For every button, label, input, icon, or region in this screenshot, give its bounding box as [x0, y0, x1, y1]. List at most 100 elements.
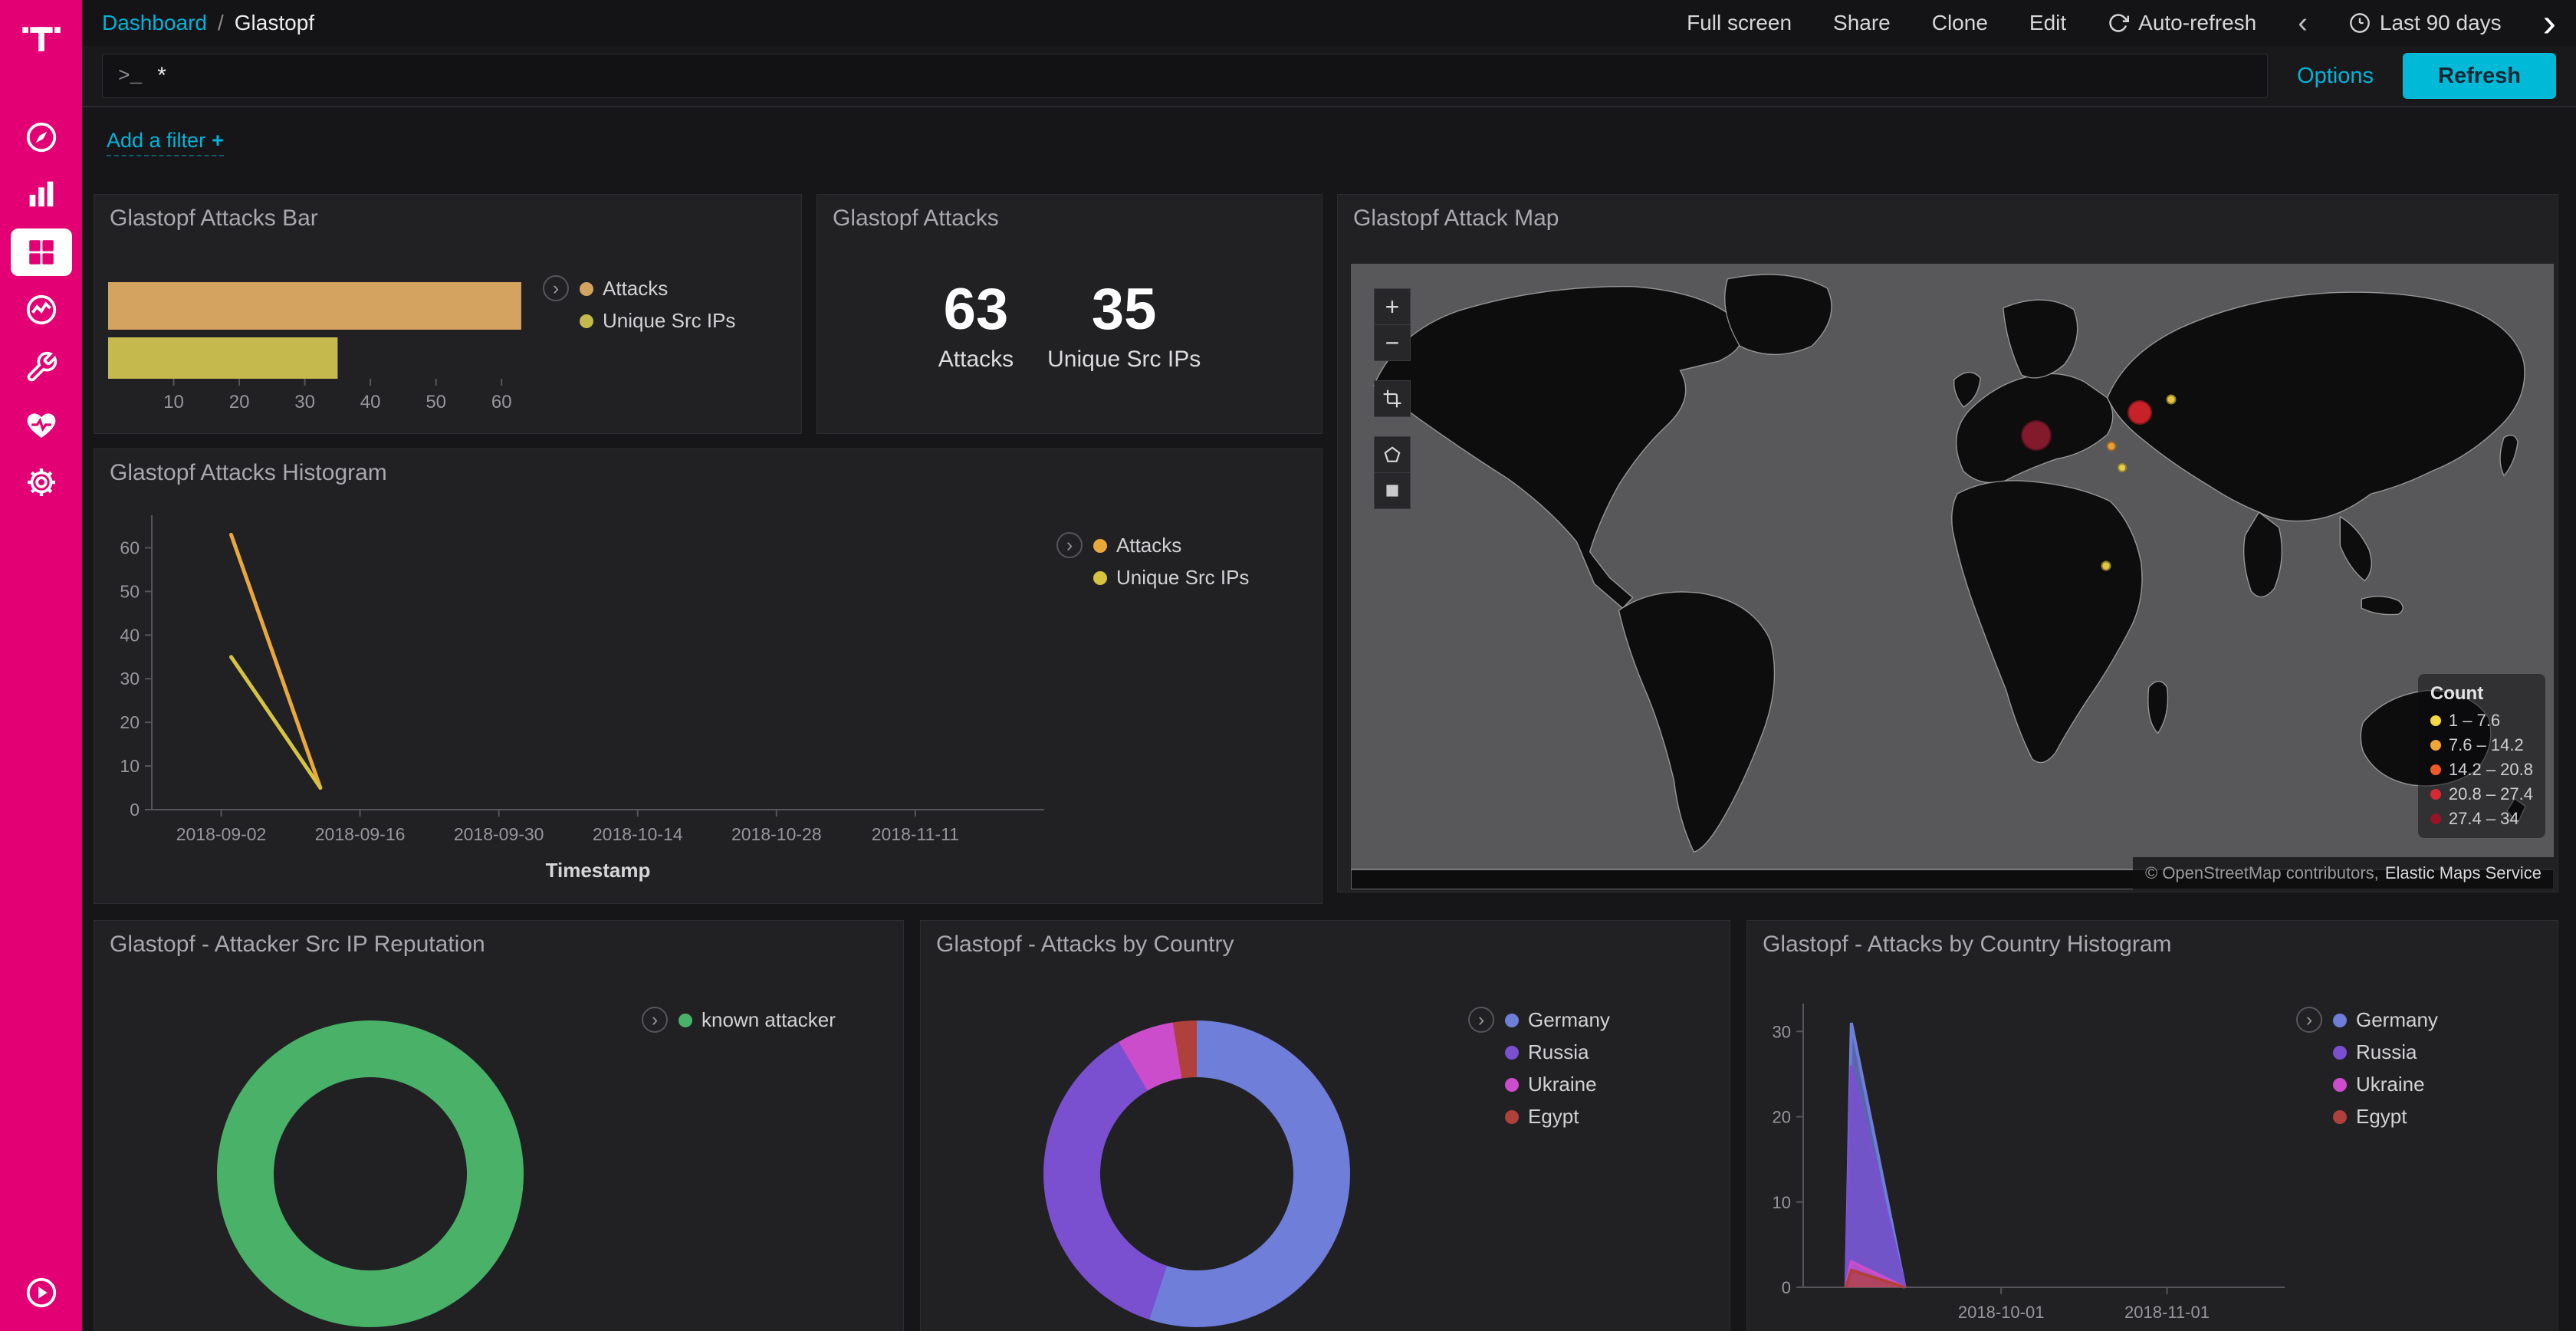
refresh-button[interactable]: Refresh: [2403, 53, 2556, 99]
legend-label: known attacker: [702, 1008, 836, 1032]
svg-text:2018-11-11: 2018-11-11: [872, 824, 959, 844]
panel-attacks-by-country: Glastopf - Attacks by Country › GermanyR…: [920, 920, 1730, 1331]
legend-item[interactable]: Unique Src IPs: [580, 309, 735, 333]
svg-text:2018-09-02: 2018-09-02: [176, 824, 267, 844]
legend-item[interactable]: Ukraine: [2333, 1073, 2438, 1096]
dashboard-grid-icon: [25, 236, 58, 268]
sidebar-item-visualize[interactable]: [0, 166, 82, 223]
legend-dot: [1093, 571, 1107, 585]
full-screen-button[interactable]: Full screen: [1687, 11, 1792, 35]
attribution-ems[interactable]: Elastic Maps Service: [2385, 863, 2542, 882]
heartbeat-icon: [25, 408, 58, 442]
add-filter-link[interactable]: Add a filter+: [107, 129, 224, 156]
time-forward-chevron[interactable]: ›: [2543, 3, 2556, 43]
legend-label: Unique Src IPs: [1116, 566, 1249, 590]
breadcrumb-dashboard-link[interactable]: Dashboard: [102, 11, 207, 35]
share-button[interactable]: Share: [1833, 11, 1891, 35]
legend-item[interactable]: Egypt: [1505, 1105, 1610, 1129]
svg-text:2018-10-28: 2018-10-28: [731, 824, 822, 844]
map-legend-row: 1 – 7.6: [2430, 711, 2533, 731]
polygon-tool-button[interactable]: [1374, 436, 1411, 473]
legend-item[interactable]: Germany: [1505, 1008, 1610, 1032]
svg-text:10: 10: [163, 392, 184, 412]
legend-range-label: 14.2 – 20.8: [2449, 760, 2533, 780]
map-toolbar: + −: [1374, 288, 1411, 509]
legend-item[interactable]: Ukraine: [1505, 1073, 1610, 1096]
sidebar-item-dashboard[interactable]: [0, 223, 82, 281]
svg-text:Timestamp: Timestamp: [546, 859, 651, 882]
auto-refresh-button[interactable]: Auto-refresh: [2108, 11, 2256, 35]
sidebar-item-management[interactable]: [0, 453, 82, 511]
attack-location-marker[interactable]: [2167, 395, 2177, 405]
t-mobile-logo-icon[interactable]: [21, 18, 62, 64]
legend-item[interactable]: Germany: [2333, 1008, 2438, 1032]
zoom-controls: + −: [1374, 288, 1411, 361]
topbar-actions: Full screen Share Clone Edit Auto-refres…: [1687, 3, 2556, 43]
time-range-picker[interactable]: Last 90 days: [2349, 11, 2502, 35]
fit-bounds-button[interactable]: [1374, 380, 1411, 417]
attack-location-marker[interactable]: [2106, 442, 2116, 452]
crop-icon: [1382, 389, 1402, 409]
attack-location-marker[interactable]: [2021, 420, 2052, 451]
legend-items: Attacks Unique Src IPs: [1093, 532, 1249, 590]
metric-value: 63: [938, 281, 1014, 339]
legend-toggle-icon[interactable]: ›: [642, 1007, 668, 1033]
metric-unique-src-ips: 35 Unique Src IPs: [1047, 281, 1201, 373]
legend-item[interactable]: Egypt: [2333, 1105, 2438, 1129]
attribution-osm[interactable]: © OpenStreetMap contributors,: [2145, 863, 2379, 882]
legend-toggle-icon[interactable]: ›: [2296, 1007, 2322, 1033]
legend-range-label: 1 – 7.6: [2449, 711, 2500, 731]
legend-label: Attacks: [603, 277, 668, 301]
sidebar-item-monitoring[interactable]: [0, 396, 82, 453]
legend-dot: [1505, 1110, 1519, 1124]
legend-item[interactable]: Russia: [1505, 1040, 1610, 1064]
legend-item[interactable]: Russia: [2333, 1040, 2438, 1064]
attack-location-marker[interactable]: [2118, 463, 2127, 472]
world-map[interactable]: + −: [1351, 264, 2554, 889]
country-legend: › Germany Russia Ukraine Egypt: [1468, 1007, 1610, 1129]
play-circle-icon: [24, 1275, 59, 1310]
attacks-histogram-chart: 01020304050602018-09-022018-09-162018-09…: [94, 449, 1129, 903]
attack-markers-layer: [1351, 264, 2554, 889]
gear-icon: [25, 465, 58, 499]
histogram-legend: › Attacks Unique Src IPs: [1056, 532, 1249, 590]
clock-icon: [2349, 12, 2371, 34]
search-input[interactable]: >_ *: [102, 54, 2268, 98]
legend-toggle-icon[interactable]: ›: [543, 275, 569, 301]
svg-text:2018-10-01: 2018-10-01: [1958, 1303, 2045, 1322]
wrench-icon: [25, 350, 58, 384]
sidebar-item-dev-tools[interactable]: [0, 338, 82, 396]
svg-text:20: 20: [229, 392, 250, 412]
zoom-in-button[interactable]: +: [1374, 288, 1411, 325]
legend-item[interactable]: Unique Src IPs: [1093, 566, 1249, 590]
active-item-highlight: [11, 228, 72, 276]
legend-toggle-icon[interactable]: ›: [1056, 532, 1083, 558]
legend-items: known attacker: [678, 1007, 836, 1032]
clone-button[interactable]: Clone: [1932, 11, 1988, 35]
legend-label: Russia: [2356, 1040, 2417, 1064]
expand-nav-button[interactable]: [24, 1275, 59, 1314]
sidebar-item-discover[interactable]: [0, 108, 82, 166]
pentagon-icon: [1382, 445, 1402, 465]
legend-label: Attacks: [1116, 534, 1181, 557]
attack-location-marker[interactable]: [2128, 400, 2152, 425]
legend-label: Germany: [2356, 1008, 2438, 1032]
legend-label: Ukraine: [1528, 1073, 1597, 1096]
legend-item[interactable]: Attacks: [1093, 534, 1249, 557]
legend-item[interactable]: known attacker: [678, 1008, 836, 1032]
rectangle-tool-button[interactable]: [1374, 472, 1411, 509]
zoom-out-button[interactable]: −: [1374, 324, 1411, 361]
legend-range-label: 27.4 – 34: [2449, 809, 2519, 829]
legend-item[interactable]: Attacks: [580, 277, 735, 301]
options-link[interactable]: Options: [2297, 64, 2374, 89]
svg-text:60: 60: [120, 537, 140, 557]
attack-location-marker[interactable]: [2101, 561, 2111, 571]
refresh-cw-icon: [2108, 12, 2129, 34]
edit-button[interactable]: Edit: [2029, 11, 2066, 35]
legend-label: Russia: [1528, 1040, 1589, 1064]
panel-title: Glastopf - Attacks by Country Histogram: [1763, 932, 2172, 958]
legend-toggle-icon[interactable]: ›: [1468, 1007, 1494, 1033]
sidebar-item-timelion[interactable]: [0, 281, 82, 338]
map-legend-row: 27.4 – 34: [2430, 809, 2533, 829]
time-back-chevron[interactable]: ‹: [2298, 8, 2308, 38]
